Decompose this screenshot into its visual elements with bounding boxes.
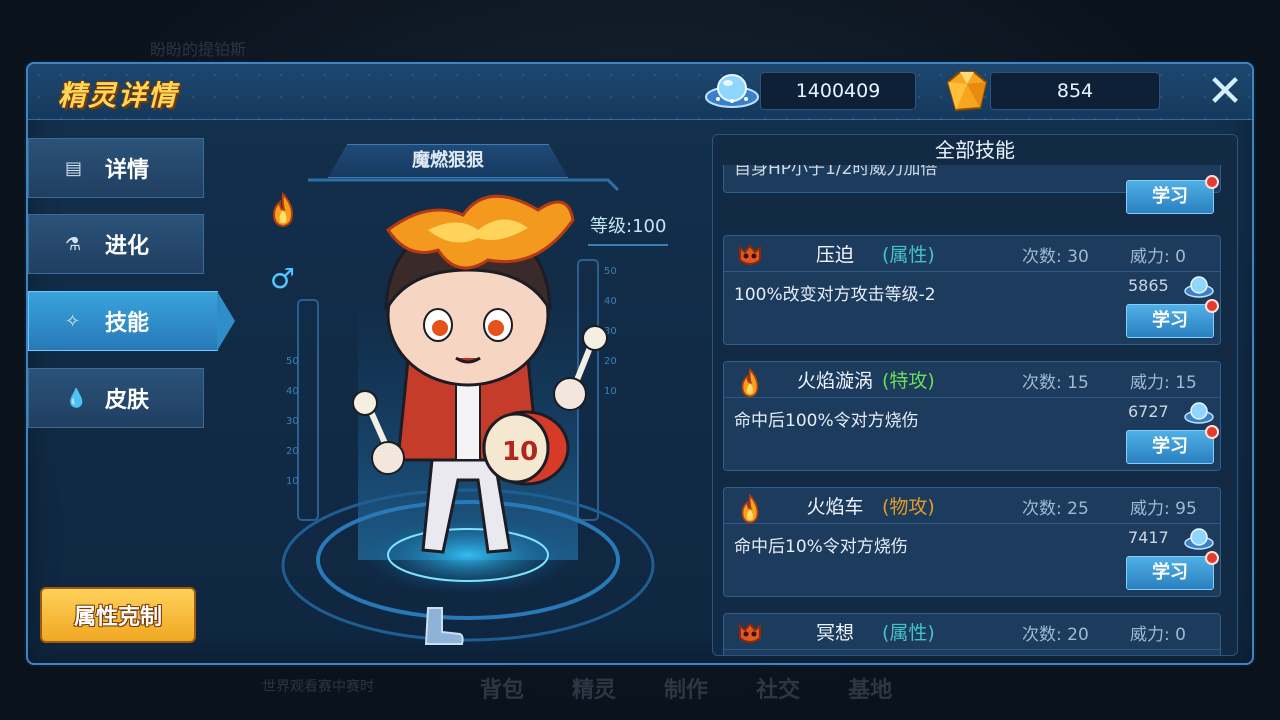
sidebar-item-label: 皮肤 [105,388,150,413]
skill-cost: 5865 [1128,276,1169,295]
learn-button[interactable]: 学习 [1126,551,1219,590]
skill-type: (物攻) [882,496,935,518]
notification-dot [1205,175,1219,189]
character-name: 魔燃狠狠 [328,144,568,178]
skill-uses: 次数: 30 [1022,247,1089,267]
background-bottom-text: 世界观看赛中赛时 [262,679,374,695]
skill-cost: 6727 [1128,402,1169,421]
panel-header: 精灵详情 1400409 854 ✕ [28,64,1252,120]
sidebar-item-evolution[interactable]: ⚗ 进化 [28,214,204,274]
svg-text:40: 40 [286,386,299,397]
game-screen: 盼盼的提铂斯 世界观看赛中赛时 背包 精灵 制作 社交 基地 精灵详情 1400… [0,0,1280,720]
skill-type: (属性) [882,244,935,266]
wand-icon: ✧ [65,310,81,332]
skills-title-overlay: 全部技能 [935,138,1015,162]
skill-type: (特攻) [882,370,935,392]
skill-description: 命中后100%令对方烧伤 [734,411,919,431]
ufo-coin-icon [1184,276,1214,298]
skill-uses: 次数: 15 [1022,373,1089,393]
svg-text:50: 50 [604,266,617,277]
skill-card: 冥想 (属性) 次数: 20 威力: 0 [723,613,1221,655]
demon-skill-icon [739,244,761,265]
sidebar-item-label: 进化 [105,234,150,259]
character-display: 50 40 30 20 10 50 40 30 20 10 10 魔燃狠狠 等级… [238,120,698,665]
close-icon: ✕ [1206,66,1244,117]
skill-name: 火焰车 [806,496,864,518]
close-button[interactable]: ✕ [1204,70,1246,114]
sidebar-item-details[interactable]: ▤ 详情 [28,138,204,198]
sidebar-item-skills[interactable]: ✧ 技能 [28,291,235,351]
attribute-counter-button[interactable]: 属性克制 [40,587,196,643]
book-icon: ▤ [65,157,83,179]
skills-panel: 全部技能 自身HP小于1/2时威力加倍 学习 全部技能 [712,134,1238,656]
svg-text:20: 20 [286,446,299,457]
ufo-coin-icon [1184,528,1214,550]
notification-dot [1205,551,1219,565]
sidebar: ▤ 详情 ⚗ 进化 ✧ 技能 💧 皮肤 [28,138,235,498]
notification-dot [1205,425,1219,439]
svg-text:50: 50 [286,356,299,367]
character-stage: 5040302010 5040302010 10 [281,178,655,642]
diamond-count: 854 [990,72,1160,110]
background-top-text: 盼盼的提铂斯 [150,40,247,59]
svg-text:10: 10 [286,476,299,487]
coin-count: 1400409 [760,72,916,110]
skill-power: 威力: 0 [1130,247,1186,267]
male-gender-icon: ♂ [270,262,296,295]
boot-icon[interactable] [418,602,466,650]
skill-cost: 7417 [1128,528,1169,547]
bg-nav-craft: 制作 [664,678,709,703]
ufo-coin-icon [705,74,759,108]
notification-dot [1205,299,1219,313]
drop-icon: 💧 [65,387,88,409]
skill-name: 火焰漩涡 [796,370,873,392]
demon-skill-icon [739,622,761,643]
character-level: 等级:100 [588,212,669,246]
learn-button[interactable]: 学习 [1126,299,1219,338]
skill-type: (属性) [882,622,935,644]
ufo-coin-icon [1184,402,1214,424]
skill-card: 火焰车 (物攻) 次数: 25 威力: 95 命中后10%令对方烧伤 7417 … [723,487,1221,597]
svg-text:10: 10 [604,386,617,397]
bg-nav-base: 基地 [848,678,893,703]
skill-name: 冥想 [815,622,854,644]
sidebar-item-label: 详情 [105,158,150,183]
skill-uses: 次数: 20 [1022,625,1089,645]
panel-title: 精灵详情 [58,79,179,112]
skill-card: 火焰漩涡 (特攻) 次数: 15 威力: 15 命中后100%令对方烧伤 672… [723,361,1221,471]
svg-text:40: 40 [604,296,617,307]
skill-power: 威力: 0 [1130,625,1186,645]
svg-text:10: 10 [502,437,538,467]
diamond-icon [946,71,988,112]
skill-description: 命中后10%令对方烧伤 [734,537,908,557]
svg-text:30: 30 [286,416,299,427]
learn-button[interactable]: 学习 [1126,175,1219,214]
spirit-detail-panel: 精灵详情 1400409 854 ✕ ▤ 详情 ⚗ 进化 ✧ 技能 💧 皮肤 属… [26,62,1254,665]
bg-nav-bag: 背包 [480,678,525,703]
skill-power: 威力: 15 [1130,373,1197,393]
skill-uses: 次数: 25 [1022,499,1089,519]
skill-description: 100%改变对方攻击等级-2 [734,285,936,305]
svg-text:20: 20 [604,356,617,367]
flask-icon: ⚗ [65,233,82,255]
skill-power: 威力: 95 [1130,499,1197,519]
sidebar-item-skins[interactable]: 💧 皮肤 [28,368,204,428]
sidebar-item-label: 技能 [105,311,150,336]
skill-card: 压迫 (属性) 次数: 30 威力: 0 100%改变对方攻击等级-2 5865… [723,235,1221,345]
fire-element-icon [272,192,294,228]
bg-nav-spirit: 精灵 [572,678,617,703]
fire-skill-icon [741,494,759,524]
bg-nav-social: 社交 [756,678,801,703]
fire-skill-icon [741,368,759,398]
learn-button[interactable]: 学习 [1126,425,1219,464]
skill-name: 压迫 [815,244,854,266]
background-bottom-nav: 背包 精灵 制作 社交 基地 [480,672,892,704]
